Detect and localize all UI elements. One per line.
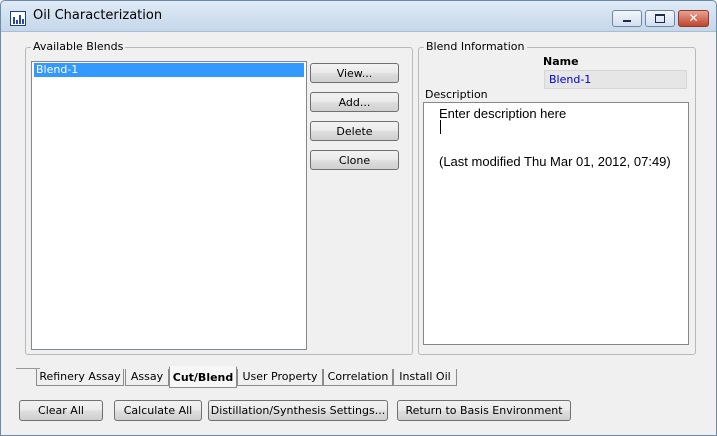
minimize-icon (613, 11, 641, 26)
description-line: (Last modified Thu Mar 01, 2012, 07:49) (439, 154, 671, 169)
close-button[interactable]: ✕ (678, 10, 709, 27)
maximize-button[interactable] (645, 10, 675, 27)
available-blends-legend: Available Blends (31, 40, 126, 53)
description-textarea[interactable]: Enter description here (Last modified Th… (423, 102, 689, 345)
description-line: Enter description here (439, 106, 567, 121)
blends-list[interactable]: Blend-1 (31, 61, 307, 350)
return-to-basis-environment-button[interactable]: Return to Basis Environment (397, 400, 571, 421)
close-icon: ✕ (688, 11, 699, 25)
tab-user-property[interactable]: User Property (237, 369, 323, 386)
view-button[interactable]: View... (310, 63, 399, 83)
tab-refinery-assay[interactable]: Refinery Assay (36, 369, 124, 386)
tab-assay[interactable]: Assay (125, 369, 169, 386)
distillation-synthesis-settings-button[interactable]: Distillation/Synthesis Settings... (208, 400, 388, 421)
window-title: Oil Characterization (33, 8, 163, 23)
name-label: Name (543, 55, 579, 68)
name-field[interactable]: Blend-1 (544, 70, 687, 89)
chart-app-icon (10, 11, 26, 26)
clone-button[interactable]: Clone (310, 150, 399, 170)
tab-cut-blend[interactable]: Cut/Blend (169, 366, 237, 388)
text-caret (440, 120, 441, 134)
tab-strip: Refinery Assay Assay Cut/Blend User Prop… (16, 366, 457, 388)
calculate-all-button[interactable]: Calculate All (114, 400, 202, 421)
tab-correlation[interactable]: Correlation (323, 369, 393, 386)
oil-characterization-window: Oil Characterization ✕ Available Blends … (0, 0, 717, 436)
description-label: Description (425, 88, 488, 101)
blend-information-legend: Blend Information (424, 40, 527, 53)
minimize-button[interactable] (612, 10, 642, 27)
maximize-icon (646, 11, 674, 26)
delete-button[interactable]: Delete (310, 121, 399, 141)
tab-install-oil[interactable]: Install Oil (393, 369, 457, 386)
title-bar[interactable]: Oil Characterization ✕ (1, 1, 716, 32)
add-button[interactable]: Add... (310, 92, 399, 112)
list-item[interactable]: Blend-1 (34, 63, 304, 77)
clear-all-button[interactable]: Clear All (19, 400, 103, 421)
